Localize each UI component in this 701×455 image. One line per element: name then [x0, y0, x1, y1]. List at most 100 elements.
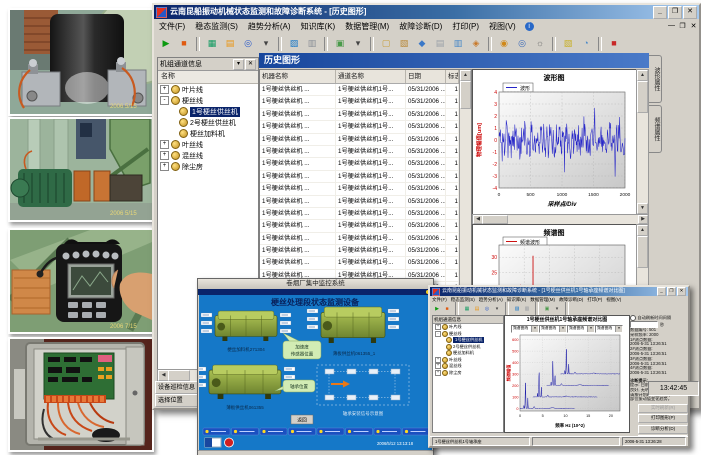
- dock-close-icon[interactable]: ✕: [245, 59, 256, 70]
- tree-item[interactable]: 2号梗丝供丝机: [158, 117, 258, 128]
- tree-item[interactable]: -梗丝线: [158, 95, 258, 106]
- start-icon[interactable]: ▶: [433, 305, 441, 313]
- menu-item[interactable]: 视图(V): [484, 21, 521, 32]
- tree-toggle-icon[interactable]: +: [160, 151, 169, 160]
- spectrum-window-icon[interactable]: ▥: [523, 305, 531, 313]
- table-row[interactable]: 1号梗丝供丝机 ...1号梗丝供丝机1号...05/31/2006 ...1: [260, 84, 471, 96]
- tree-toggle-icon[interactable]: +: [435, 370, 441, 376]
- menu-item[interactable]: 故障诊断(D): [557, 297, 585, 303]
- knowledge-base-icon[interactable]: ◈: [468, 36, 484, 52]
- action-button[interactable]: 实时刷新(R): [638, 404, 688, 413]
- tree-item[interactable]: +除尘房: [158, 161, 258, 172]
- menu-item[interactable]: 打印(P): [447, 21, 484, 32]
- refresh-interval-input[interactable]: [630, 321, 658, 328]
- open-record-icon[interactable]: ▧: [396, 36, 412, 52]
- spectrum-select-4[interactable]: 频谱曲线▾: [595, 325, 623, 333]
- col-machine-name[interactable]: 机器名称: [260, 70, 336, 83]
- menu-item[interactable]: 打印(P): [585, 297, 604, 303]
- spectrum-select-1[interactable]: 频谱曲线▾: [511, 325, 539, 333]
- machine-supply-1[interactable]: [307, 307, 399, 343]
- steady-monitor-icon[interactable]: ▦: [463, 305, 471, 313]
- table-row[interactable]: 1号梗丝供丝机 ...1号梗丝供丝机1号...05/31/2006 ...1: [260, 171, 471, 183]
- tree-toggle-icon[interactable]: +: [160, 162, 169, 171]
- tree-toggle-icon[interactable]: +: [160, 140, 169, 149]
- tree-item[interactable]: +叶丝线: [158, 139, 258, 150]
- mdi-close-button[interactable]: ✕: [688, 22, 699, 30]
- maximize-button[interactable]: ❐: [668, 6, 682, 19]
- table-row[interactable]: 1号梗丝供丝机 ...1号梗丝供丝机1号...05/31/2006 ...1: [260, 109, 471, 121]
- save-record-icon[interactable]: ▤: [432, 36, 448, 52]
- diagnose-icon[interactable]: ◉: [496, 36, 512, 52]
- trend-analysis-icon[interactable]: ▤: [222, 36, 238, 52]
- mdi-minimize-button[interactable]: —: [666, 22, 677, 30]
- table-row[interactable]: 1号梗丝供丝机 ...1号梗丝供丝机1号...05/31/2006 ...1: [260, 158, 471, 170]
- menu-item[interactable]: 视图(V): [604, 297, 623, 303]
- table-row[interactable]: 1号梗丝供丝机 ...1号梗丝供丝机1号...05/31/2006 ...1: [260, 121, 471, 133]
- menu-item[interactable]: 稳态监测(S): [449, 297, 477, 303]
- menu-item[interactable]: 知识库(K): [296, 21, 341, 32]
- table-row[interactable]: 1号梗丝供丝机 ...1号梗丝供丝机1号...05/31/2006 ...1: [260, 183, 471, 195]
- analysis-minimize-button[interactable]: _: [657, 287, 666, 296]
- more-1-icon[interactable]: ▾: [258, 36, 274, 52]
- tree-toggle-icon[interactable]: -: [160, 96, 169, 105]
- stop-icon[interactable]: ■: [176, 36, 192, 52]
- stop-icon[interactable]: ■: [443, 305, 451, 313]
- table-row[interactable]: 1号梗丝供丝机 ...1号梗丝供丝机1号...05/31/2006 ...1: [260, 146, 471, 158]
- dynamic-balance-icon[interactable]: ◎: [240, 36, 256, 52]
- monitor-titlebar[interactable]: 卷烟厂集中监控系统: [198, 279, 433, 289]
- col-channel-name[interactable]: 通道名称: [336, 70, 406, 83]
- history-graph-icon[interactable]: ▣: [543, 305, 551, 313]
- dynamic-balance-icon[interactable]: ◎: [483, 305, 491, 313]
- settings-icon[interactable]: ☼: [532, 36, 548, 52]
- steady-monitor-icon[interactable]: ▦: [204, 36, 220, 52]
- pin-icon[interactable]: ▾: [233, 59, 244, 70]
- search-icon[interactable]: ◎: [514, 36, 530, 52]
- edit-record-icon[interactable]: ◆: [414, 36, 430, 52]
- table-row[interactable]: 1号梗丝供丝机 ...1号梗丝供丝机1号...05/31/2006 ...1: [260, 134, 471, 146]
- menu-item[interactable]: 趋势分析(A): [243, 21, 296, 32]
- tree-item[interactable]: +除尘房: [433, 370, 503, 377]
- menu-item[interactable]: 数据管理(M): [340, 21, 394, 32]
- new-record-icon[interactable]: ▢: [378, 36, 394, 52]
- machine-supply-2[interactable]: [199, 365, 295, 399]
- action-button[interactable]: 打印图形(P): [638, 414, 688, 423]
- menu-item[interactable]: 数据管理(M): [528, 297, 557, 303]
- close-button[interactable]: ✕: [683, 6, 697, 19]
- table-row[interactable]: 1号梗丝供丝机 ...1号梗丝供丝机1号...05/31/2006 ...1: [260, 245, 471, 257]
- table-row[interactable]: 1号梗丝供丝机 ...1号梗丝供丝机1号...05/31/2006 ...1: [260, 208, 471, 220]
- mdi-restore-button[interactable]: ❐: [677, 22, 688, 30]
- menu-item[interactable]: 文件(F): [154, 21, 190, 32]
- waveform-vscrollbar[interactable]: ▲ ▼: [636, 69, 649, 215]
- waveform-window-icon[interactable]: ▨: [513, 305, 521, 313]
- exit-icon[interactable]: ■: [606, 36, 622, 52]
- chevron-down-icon[interactable]: ▾: [587, 326, 594, 332]
- table-row[interactable]: 1号梗丝供丝机 ...1号梗丝供丝机1号...05/31/2006 ...1: [260, 96, 471, 108]
- menu-item[interactable]: 文件(F): [430, 297, 449, 303]
- col-flag[interactable]: 标志: [446, 70, 459, 83]
- export-record-icon[interactable]: ▥: [450, 36, 466, 52]
- analysis-restore-button[interactable]: ❐: [667, 287, 676, 296]
- tree-item[interactable]: +混丝线: [158, 150, 258, 161]
- waveform-window-icon[interactable]: ▨: [286, 36, 302, 52]
- table-row[interactable]: 1号梗丝供丝机 ...1号梗丝供丝机1号...05/31/2006 ...1: [260, 220, 471, 232]
- table-row[interactable]: 1号梗丝供丝机 ...1号梗丝供丝机1号...05/31/2006 ...1: [260, 233, 471, 245]
- tab-spectrum-properties[interactable]: 频谱属性: [649, 105, 662, 153]
- mail-icon[interactable]: ▧: [560, 36, 576, 52]
- chevron-down-icon[interactable]: ▾: [531, 326, 538, 332]
- spectrum-select-3[interactable]: 频谱曲线▾: [567, 325, 595, 333]
- chevron-down-icon[interactable]: ▾: [559, 326, 566, 332]
- tree-toggle-icon[interactable]: +: [160, 85, 169, 94]
- history-graph-icon[interactable]: ▣: [332, 36, 348, 52]
- more-2-icon[interactable]: ▾: [553, 305, 561, 313]
- chevron-down-icon[interactable]: ▾: [615, 326, 622, 332]
- more-1-icon[interactable]: ▾: [493, 305, 501, 313]
- menu-item[interactable]: 故障诊断(D): [394, 21, 447, 32]
- tree-item[interactable]: 梗丝加料机: [158, 128, 258, 139]
- machine-feeder[interactable]: [201, 311, 291, 341]
- tree-toggle-icon[interactable]: +: [435, 363, 441, 369]
- spectrum-select-2[interactable]: 频谱曲线▾: [539, 325, 567, 333]
- help-icon[interactable]: ◔: [578, 36, 594, 52]
- spectrum-window-icon[interactable]: ▥: [304, 36, 320, 52]
- action-button[interactable]: 诊断分析(D): [638, 425, 688, 434]
- col-date[interactable]: 日期: [406, 70, 446, 83]
